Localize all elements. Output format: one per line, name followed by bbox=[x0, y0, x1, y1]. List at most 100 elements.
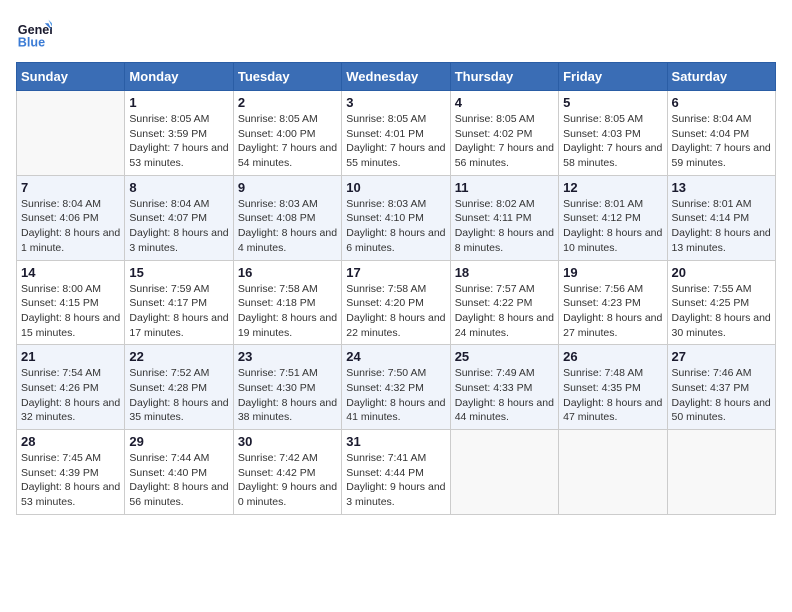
calendar-cell bbox=[667, 430, 775, 515]
day-info: Sunrise: 7:55 AMSunset: 4:25 PMDaylight:… bbox=[672, 282, 771, 341]
week-row-3: 14Sunrise: 8:00 AMSunset: 4:15 PMDayligh… bbox=[17, 260, 776, 345]
calendar-cell: 30 Sunrise: 7:42 AMSunset: 4:42 PMDayligh… bbox=[233, 430, 341, 515]
day-number: 21 bbox=[21, 349, 120, 364]
day-info: Sunrise: 8:05 AMSunset: 4:02 PMDaylight:… bbox=[455, 112, 554, 171]
week-row-2: 7Sunrise: 8:04 AMSunset: 4:06 PMDaylight… bbox=[17, 175, 776, 260]
logo-icon: General Blue bbox=[16, 16, 52, 52]
day-number: 29 bbox=[129, 434, 228, 449]
day-number: 6 bbox=[672, 95, 771, 110]
day-info: Sunrise: 8:03 AMSunset: 4:08 PMDaylight:… bbox=[238, 197, 337, 256]
day-info: Sunrise: 8:05 AMSunset: 3:59 PMDaylight:… bbox=[129, 112, 228, 171]
day-info: Sunrise: 8:02 AMSunset: 4:11 PMDaylight:… bbox=[455, 197, 554, 256]
col-header-thursday: Thursday bbox=[450, 63, 558, 91]
calendar-cell: 27Sunrise: 7:46 AMSunset: 4:37 PMDayligh… bbox=[667, 345, 775, 430]
day-info: Sunrise: 7:46 AMSunset: 4:37 PMDaylight:… bbox=[672, 366, 771, 425]
calendar-cell: 10 Sunrise: 8:03 AMSunset: 4:10 PMDayligh… bbox=[342, 175, 450, 260]
day-info: Sunrise: 7:56 AMSunset: 4:23 PMDaylight:… bbox=[563, 282, 662, 341]
calendar-cell: 13 Sunrise: 8:01 AMSunset: 4:14 PMDayligh… bbox=[667, 175, 775, 260]
day-info: Sunrise: 7:58 AMSunset: 4:18 PMDaylight:… bbox=[238, 282, 337, 341]
day-number: 18 bbox=[455, 265, 554, 280]
day-info: Sunrise: 7:50 AMSunset: 4:32 PMDaylight:… bbox=[346, 366, 445, 425]
col-header-saturday: Saturday bbox=[667, 63, 775, 91]
calendar-cell: 14Sunrise: 8:00 AMSunset: 4:15 PMDayligh… bbox=[17, 260, 125, 345]
calendar-cell: 20 Sunrise: 7:55 AMSunset: 4:25 PMDayligh… bbox=[667, 260, 775, 345]
calendar-cell: 1 Sunrise: 8:05 AMSunset: 3:59 PMDaylight… bbox=[125, 91, 233, 176]
week-row-1: 1 Sunrise: 8:05 AMSunset: 3:59 PMDaylight… bbox=[17, 91, 776, 176]
day-number: 22 bbox=[129, 349, 228, 364]
day-info: Sunrise: 8:01 AMSunset: 4:12 PMDaylight:… bbox=[563, 197, 662, 256]
day-number: 28 bbox=[21, 434, 120, 449]
day-info: Sunrise: 7:48 AMSunset: 4:35 PMDaylight:… bbox=[563, 366, 662, 425]
calendar-cell bbox=[450, 430, 558, 515]
day-info: Sunrise: 7:54 AMSunset: 4:26 PMDaylight:… bbox=[21, 366, 120, 425]
calendar-cell: 5Sunrise: 8:05 AMSunset: 4:03 PMDaylight… bbox=[559, 91, 667, 176]
calendar-cell: 6Sunrise: 8:04 AMSunset: 4:04 PMDaylight… bbox=[667, 91, 775, 176]
calendar-cell: 28 Sunrise: 7:45 AMSunset: 4:39 PMDayligh… bbox=[17, 430, 125, 515]
calendar-cell: 23 Sunrise: 7:51 AMSunset: 4:30 PMDayligh… bbox=[233, 345, 341, 430]
day-number: 1 bbox=[129, 95, 228, 110]
day-info: Sunrise: 8:05 AMSunset: 4:01 PMDaylight:… bbox=[346, 112, 445, 171]
day-number: 12 bbox=[563, 180, 662, 195]
calendar-cell: 25 Sunrise: 7:49 AMSunset: 4:33 PMDayligh… bbox=[450, 345, 558, 430]
calendar-cell: 11 Sunrise: 8:02 AMSunset: 4:11 PMDayligh… bbox=[450, 175, 558, 260]
day-number: 10 bbox=[346, 180, 445, 195]
day-number: 31 bbox=[346, 434, 445, 449]
day-number: 11 bbox=[455, 180, 554, 195]
calendar-cell bbox=[559, 430, 667, 515]
calendar-cell: 9 Sunrise: 8:03 AMSunset: 4:08 PMDaylight… bbox=[233, 175, 341, 260]
day-number: 7 bbox=[21, 180, 120, 195]
day-number: 26 bbox=[563, 349, 662, 364]
day-info: Sunrise: 7:45 AMSunset: 4:39 PMDaylight:… bbox=[21, 451, 120, 510]
col-header-friday: Friday bbox=[559, 63, 667, 91]
calendar-cell: 3 Sunrise: 8:05 AMSunset: 4:01 PMDaylight… bbox=[342, 91, 450, 176]
day-info: Sunrise: 7:41 AMSunset: 4:44 PMDaylight:… bbox=[346, 451, 445, 510]
day-number: 20 bbox=[672, 265, 771, 280]
calendar-cell: 16 Sunrise: 7:58 AMSunset: 4:18 PMDayligh… bbox=[233, 260, 341, 345]
day-number: 15 bbox=[129, 265, 228, 280]
day-number: 30 bbox=[238, 434, 337, 449]
day-number: 13 bbox=[672, 180, 771, 195]
calendar-cell: 22Sunrise: 7:52 AMSunset: 4:28 PMDayligh… bbox=[125, 345, 233, 430]
calendar-cell: 31 Sunrise: 7:41 AMSunset: 4:44 PMDayligh… bbox=[342, 430, 450, 515]
calendar-cell: 21 Sunrise: 7:54 AMSunset: 4:26 PMDayligh… bbox=[17, 345, 125, 430]
day-info: Sunrise: 7:59 AMSunset: 4:17 PMDaylight:… bbox=[129, 282, 228, 341]
calendar-cell: 17Sunrise: 7:58 AMSunset: 4:20 PMDayligh… bbox=[342, 260, 450, 345]
day-number: 17 bbox=[346, 265, 445, 280]
day-info: Sunrise: 8:01 AMSunset: 4:14 PMDaylight:… bbox=[672, 197, 771, 256]
svg-text:Blue: Blue bbox=[18, 36, 45, 50]
day-number: 24 bbox=[346, 349, 445, 364]
calendar-cell: 29 Sunrise: 7:44 AMSunset: 4:40 PMDayligh… bbox=[125, 430, 233, 515]
day-info: Sunrise: 8:05 AMSunset: 4:00 PMDaylight:… bbox=[238, 112, 337, 171]
day-info: Sunrise: 8:05 AMSunset: 4:03 PMDaylight:… bbox=[563, 112, 662, 171]
page-header: General Blue bbox=[16, 16, 776, 52]
calendar-cell: 12 Sunrise: 8:01 AMSunset: 4:12 PMDayligh… bbox=[559, 175, 667, 260]
week-row-4: 21 Sunrise: 7:54 AMSunset: 4:26 PMDayligh… bbox=[17, 345, 776, 430]
week-row-5: 28 Sunrise: 7:45 AMSunset: 4:39 PMDayligh… bbox=[17, 430, 776, 515]
calendar-cell: 15 Sunrise: 7:59 AMSunset: 4:17 PMDayligh… bbox=[125, 260, 233, 345]
col-header-tuesday: Tuesday bbox=[233, 63, 341, 91]
calendar-cell: 2 Sunrise: 8:05 AMSunset: 4:00 PMDaylight… bbox=[233, 91, 341, 176]
day-info: Sunrise: 7:51 AMSunset: 4:30 PMDaylight:… bbox=[238, 366, 337, 425]
day-number: 3 bbox=[346, 95, 445, 110]
day-info: Sunrise: 7:49 AMSunset: 4:33 PMDaylight:… bbox=[455, 366, 554, 425]
day-info: Sunrise: 7:42 AMSunset: 4:42 PMDaylight:… bbox=[238, 451, 337, 510]
day-number: 16 bbox=[238, 265, 337, 280]
calendar-cell: 4 Sunrise: 8:05 AMSunset: 4:02 PMDaylight… bbox=[450, 91, 558, 176]
col-header-sunday: Sunday bbox=[17, 63, 125, 91]
day-number: 19 bbox=[563, 265, 662, 280]
day-number: 23 bbox=[238, 349, 337, 364]
day-number: 2 bbox=[238, 95, 337, 110]
calendar-table: SundayMondayTuesdayWednesdayThursdayFrid… bbox=[16, 62, 776, 515]
day-info: Sunrise: 7:44 AMSunset: 4:40 PMDaylight:… bbox=[129, 451, 228, 510]
calendar-cell: 19 Sunrise: 7:56 AMSunset: 4:23 PMDayligh… bbox=[559, 260, 667, 345]
day-info: Sunrise: 7:57 AMSunset: 4:22 PMDaylight:… bbox=[455, 282, 554, 341]
day-number: 14 bbox=[21, 265, 120, 280]
calendar-cell bbox=[17, 91, 125, 176]
day-number: 25 bbox=[455, 349, 554, 364]
day-number: 9 bbox=[238, 180, 337, 195]
header-row: SundayMondayTuesdayWednesdayThursdayFrid… bbox=[17, 63, 776, 91]
calendar-cell: 18 Sunrise: 7:57 AMSunset: 4:22 PMDayligh… bbox=[450, 260, 558, 345]
day-info: Sunrise: 8:03 AMSunset: 4:10 PMDaylight:… bbox=[346, 197, 445, 256]
day-number: 4 bbox=[455, 95, 554, 110]
calendar-cell: 24 Sunrise: 7:50 AMSunset: 4:32 PMDayligh… bbox=[342, 345, 450, 430]
